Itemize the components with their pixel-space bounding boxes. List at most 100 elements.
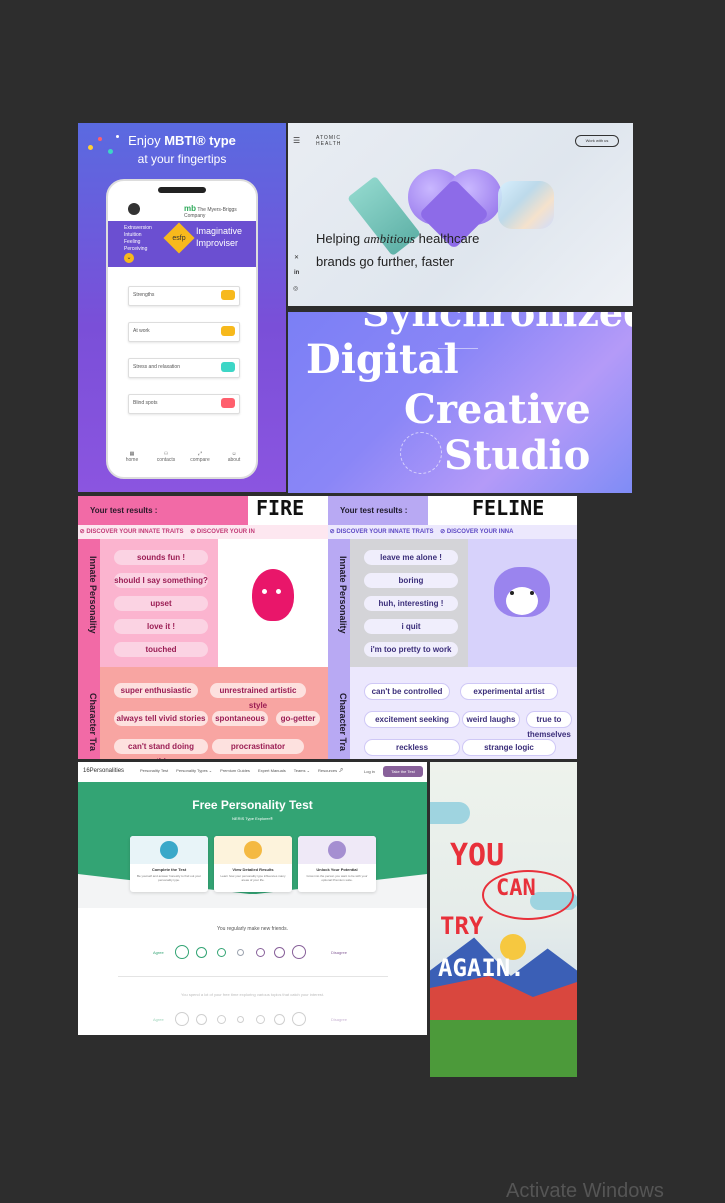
feline-innate-label: Innate Personality — [338, 556, 348, 634]
poster-tile[interactable]: YOU CAN TRY AGAIN. — [430, 762, 577, 1077]
fire-result-word: FIRE — [256, 496, 305, 520]
answer-option-6[interactable] — [274, 946, 285, 958]
sixteen-navbar: 16Personalities Personality Test Personal… — [78, 762, 427, 783]
nav-contacts[interactable]: ⚇ contacts — [154, 451, 178, 463]
feline-character-6: reckless — [364, 739, 460, 756]
feature-card-text: Learn how your personality type influenc… — [220, 874, 286, 882]
disagree-label-2: Disagree — [331, 1017, 348, 1022]
mbti-row-label: Strengths — [133, 292, 155, 298]
social-instagram-icon[interactable]: ◎ — [293, 285, 298, 292]
answer-option-7[interactable] — [292, 1012, 306, 1026]
answer-option-4[interactable] — [237, 948, 244, 956]
nav-link-3[interactable]: Premium Guides — [220, 768, 250, 773]
sixteen-personalities-tile[interactable]: 16Personalities Personality Test Personal… — [78, 762, 427, 1035]
social-x-icon[interactable]: ✕ — [294, 254, 299, 261]
fire-header-bar: Your test results : FIRE — [78, 496, 328, 525]
mbti-row-icon — [221, 362, 235, 372]
nav-link-4[interactable]: Expert Manuals — [258, 768, 286, 773]
feature-card-1: Complete the Test Be yourself and answer … — [130, 836, 208, 892]
mbti-app-tile[interactable]: Enjoy MBTI® type at your fingertips mb T… — [78, 123, 286, 492]
cloud-left — [430, 802, 470, 824]
feature-card-icon — [244, 841, 262, 859]
nav-compare[interactable]: ⤢ compare — [188, 451, 212, 463]
mbti-row-4[interactable]: Blind spots — [128, 394, 240, 414]
answer-option-4[interactable] — [237, 1015, 244, 1023]
work-with-us-button[interactable]: Work with us — [575, 135, 619, 147]
studio-tile[interactable]: Synchronized Digital Creative Studio — [288, 312, 632, 493]
avatar[interactable] — [128, 203, 140, 215]
sixteen-logo[interactable]: 16Personalities — [83, 768, 124, 774]
fire-header-text: Your test results : — [90, 506, 158, 515]
fire-innate-1: sounds fun ! — [114, 550, 208, 565]
fire-innate-2: should I say something? — [114, 573, 208, 588]
fire-mascot — [252, 569, 294, 621]
menu-icon[interactable]: ☰ — [293, 136, 300, 145]
fire-character-7: procrastinator — [212, 739, 304, 754]
answer-option-3[interactable] — [216, 1014, 226, 1024]
feature-card-text: Be yourself and answer honestly to find … — [136, 874, 202, 882]
feline-header-bar: Your test results : FELINE — [328, 496, 577, 525]
nav-link-6[interactable]: Resources ⌄ — [318, 768, 342, 773]
answer-option-5[interactable] — [255, 947, 265, 957]
phone-frame: mb The Myers-Briggs Company Extraversion… — [106, 179, 258, 479]
nav-home[interactable]: ▦ home — [120, 451, 144, 463]
feature-card-illustration — [214, 836, 292, 864]
feline-character-2: experimental artist — [460, 683, 558, 700]
feline-result-tile[interactable]: Your test results : FELINE ⊘ DISCOVER YO… — [328, 496, 577, 759]
feature-card-icon — [328, 841, 346, 859]
answer-option-2[interactable] — [196, 946, 207, 958]
type-panel: Extraversion Intuition Feeling Perceiving e… — [108, 221, 256, 267]
fire-strip: ⊘ DISCOVER YOUR INNATE TRAITS ⊘ DISCOVER… — [78, 525, 328, 539]
answer-option-1[interactable] — [175, 1012, 189, 1026]
feline-header-text: Your test results : — [340, 506, 408, 515]
answer-option-2[interactable] — [196, 1013, 207, 1025]
feline-innate-4: i quit — [364, 619, 458, 634]
mbti-row-1[interactable]: Strengths — [128, 286, 240, 306]
feature-card-icon — [160, 841, 178, 859]
feature-card-3: Unlock Your Potential Grow into the perso… — [298, 836, 376, 892]
login-link[interactable]: Log in — [364, 769, 375, 774]
answer-option-1[interactable] — [175, 945, 189, 959]
expand-chevron-icon[interactable]: ⌄ — [124, 253, 134, 263]
nav-link-5[interactable]: Teams ⌄ — [294, 768, 310, 773]
mbti-row-icon — [221, 326, 235, 336]
feline-result-word: FELINE — [472, 496, 545, 520]
mbti-row-icon — [221, 290, 235, 300]
feature-card-title: Unlock Your Potential — [316, 867, 358, 872]
answer-option-6[interactable] — [274, 1013, 285, 1025]
nav-about[interactable]: ☺ about — [222, 451, 246, 463]
mbti-row-2[interactable]: At work — [128, 322, 240, 342]
agree-label-2: Agree — [153, 1017, 164, 1022]
search-icon[interactable]: ⌕ — [340, 767, 343, 774]
mbti-row-3[interactable]: Stress and relaxation — [128, 358, 240, 378]
mbti-row-icon — [221, 398, 235, 408]
atomic-headline: Helping ambitious healthcare brands go f… — [316, 231, 480, 269]
fire-character-2: unrestrained artistic style — [210, 683, 306, 710]
fire-character-6: can't stand doing nothing — [114, 739, 208, 759]
feature-card-illustration — [298, 836, 376, 864]
poster-word-you: YOU — [450, 838, 505, 873]
answer-option-5[interactable] — [255, 1014, 265, 1024]
feline-character-3: excitement seeking — [364, 711, 460, 728]
feline-strip: ⊘ DISCOVER YOUR INNATE TRAITS ⊘ DISCOVER… — [328, 525, 577, 539]
studio-tiny-text — [438, 348, 478, 379]
take-test-button[interactable]: Take the Test — [383, 766, 423, 777]
mbti-row-label: At work — [133, 328, 150, 334]
mbti-headline-line2: at your fingertips — [137, 152, 227, 166]
feature-card-illustration — [130, 836, 208, 864]
answer-option-7[interactable] — [292, 945, 306, 959]
fire-result-tile[interactable]: Your test results : FIRE ⊘ DISCOVER YOUR… — [78, 496, 328, 759]
fire-character-label: Character Tra — [88, 693, 98, 752]
feline-character-7: strange logic — [462, 739, 556, 756]
nav-link-1[interactable]: Personality Test — [140, 768, 168, 773]
atomic-health-tile[interactable]: ☰ ATOMIC HEALTH Work with us Helping ambi… — [288, 123, 633, 306]
studio-top-word: Synchronized — [362, 312, 632, 335]
feline-innate-1: leave me alone ! — [364, 550, 458, 565]
poster-word-can: CAN — [496, 876, 536, 901]
feature-card-2: View Detailed Results Learn how your pers… — [214, 836, 292, 892]
nav-link-2[interactable]: Personality Types ⌄ — [176, 768, 212, 773]
studio-word-studio: Studio — [444, 432, 591, 479]
social-linkedin-icon[interactable]: in — [294, 270, 299, 276]
feline-mascot-panel — [468, 539, 577, 667]
answer-option-3[interactable] — [216, 947, 226, 957]
